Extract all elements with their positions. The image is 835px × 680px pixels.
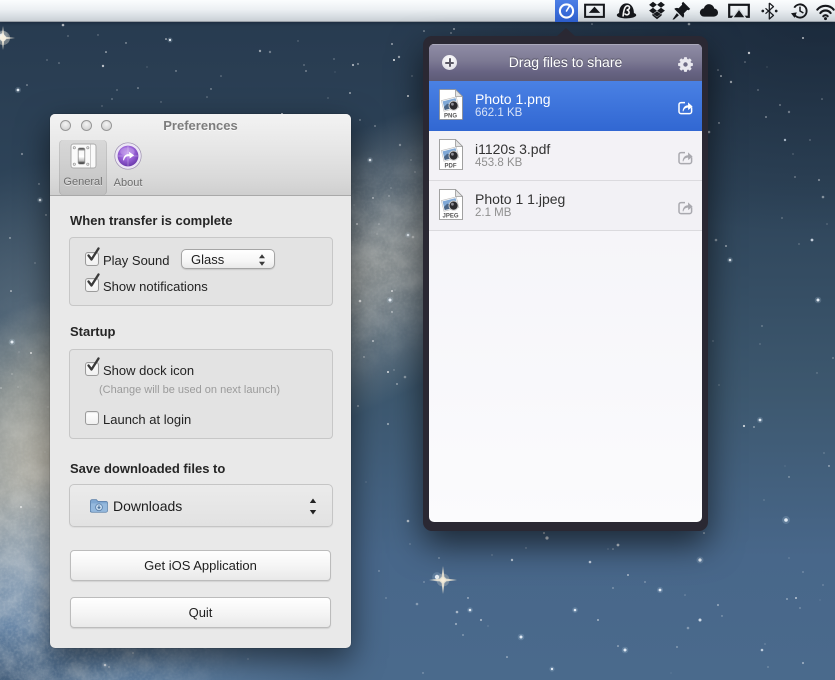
svg-text:PNG: PNG	[444, 113, 457, 119]
svg-text:PDF: PDF	[445, 163, 457, 169]
svg-text:JPEG: JPEG	[442, 213, 458, 219]
